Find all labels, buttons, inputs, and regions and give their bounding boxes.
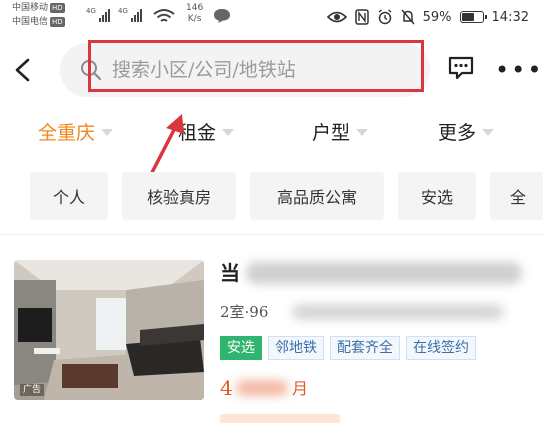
chevron-down-icon [222, 129, 235, 136]
chip-premium-label: 高品质公寓 [276, 188, 357, 207]
battery-icon [459, 11, 487, 23]
network-speed: 146 K/s [186, 3, 203, 25]
chip-all-label: 全 [510, 188, 527, 207]
price-unit-text: 月 [292, 379, 309, 398]
search-box[interactable] [60, 43, 430, 97]
living-room-image [14, 260, 204, 400]
chip-anxuan[interactable]: 安选 [398, 172, 476, 220]
more-options-icon[interactable]: ••• [495, 58, 543, 82]
nfc-icon [354, 9, 369, 25]
status-bar: 中国移动 HD 中国电信 HD 4G 4G 146 K/s 59% 14:32 [0, 0, 543, 34]
wifi-icon [153, 9, 175, 22]
listing-meta-text: 2室·96 [220, 303, 269, 321]
chevron-down-icon [101, 129, 114, 136]
next-row-hint [220, 414, 340, 423]
network-type-2: 4G [118, 7, 128, 15]
back-arrow-icon[interactable] [12, 57, 34, 83]
hd-badge: HD [50, 3, 65, 13]
carrier-1-name: 中国移动 [12, 3, 49, 13]
tag-online-signing: 在线签约 [406, 336, 476, 360]
listing-title-text: 当 [220, 261, 240, 285]
filter-more-label: 更多 [438, 121, 477, 144]
price-text: 4 [220, 376, 233, 400]
bell-mute-icon [401, 9, 415, 25]
listing-meta: 2室·96 [220, 302, 268, 322]
blurred-price [236, 380, 288, 396]
chip-premium-apartment[interactable]: 高品质公寓 [250, 172, 384, 220]
eye-icon [326, 11, 347, 23]
search-icon [81, 60, 102, 81]
status-icons: 59% 14:32 [326, 6, 529, 28]
signal-icon-2: 4G [118, 7, 142, 22]
signal-icon: 4G [86, 7, 110, 22]
clock-time: 14:32 [491, 9, 529, 25]
carrier-2: 中国电信 HD [12, 17, 65, 28]
search-input[interactable] [112, 57, 412, 83]
divider [0, 234, 543, 235]
speed-value: 146 [186, 3, 204, 13]
filter-region[interactable]: 全重庆 [38, 116, 114, 146]
blurred-title [246, 262, 522, 284]
network-type-1: 4G [86, 7, 96, 15]
carrier-2-name: 中国电信 [12, 17, 49, 27]
chip-personal-label: 个人 [52, 188, 85, 207]
message-icon[interactable] [448, 56, 474, 80]
listing-tags: 安选 邻地铁 配套齐全 在线签约 [220, 336, 476, 360]
chip-verified-label: 核验真房 [146, 188, 211, 207]
tag-full-facilities: 配套齐全 [330, 336, 400, 360]
tag-anxuan: 安选 [220, 336, 262, 360]
listing-price: 4 [220, 374, 233, 402]
chat-notification-icon [214, 9, 230, 23]
listing-title[interactable]: 当 [220, 258, 240, 288]
battery-percent: 59% [422, 9, 452, 25]
price-unit: 月 [292, 376, 308, 402]
chevron-down-icon [356, 129, 369, 136]
speed-unit: K/s [187, 14, 202, 24]
blurred-meta [292, 304, 504, 320]
chip-all[interactable]: 全 [490, 172, 543, 220]
ad-badge: 广告 [20, 384, 45, 396]
alarm-icon [378, 9, 392, 25]
listing-photo[interactable]: 广告 [14, 260, 204, 400]
filter-region-label: 全重庆 [38, 121, 96, 144]
filter-layout[interactable]: 户型 [312, 116, 369, 146]
tag-near-metro: 邻地铁 [268, 336, 324, 360]
hd-badge-2: HD [50, 17, 65, 27]
chevron-down-icon [482, 129, 495, 136]
filter-layout-label: 户型 [312, 121, 351, 144]
filter-more[interactable]: 更多 [438, 116, 495, 146]
carrier-1: 中国移动 HD [12, 3, 65, 14]
chip-personal[interactable]: 个人 [30, 172, 108, 220]
chip-verified[interactable]: 核验真房 [122, 172, 236, 220]
chip-anxuan-label: 安选 [420, 188, 453, 207]
